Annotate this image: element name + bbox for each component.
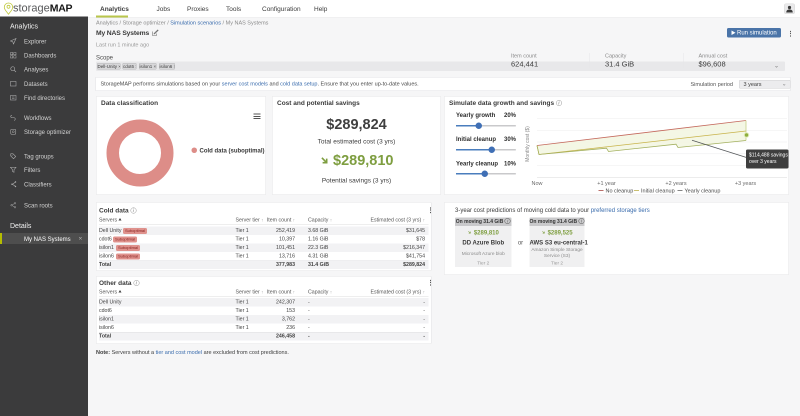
svg-text:Now: Now [531, 181, 542, 187]
svg-text:$114,488 savings: $114,488 savings [749, 153, 788, 159]
svg-text:Yearly cleanup: Yearly cleanup [685, 189, 721, 195]
svg-text:+3 years: +3 years [735, 181, 756, 187]
svg-text:Monthly cost ($): Monthly cost ($) [525, 126, 531, 162]
svg-text:+1 year: +1 year [597, 181, 616, 187]
svg-text:Initial cleanup: Initial cleanup [641, 189, 675, 195]
svg-text:over 3 years: over 3 years [749, 159, 777, 165]
svg-text:+2 years: +2 years [665, 181, 686, 187]
svg-text:No cleanup: No cleanup [606, 189, 634, 195]
